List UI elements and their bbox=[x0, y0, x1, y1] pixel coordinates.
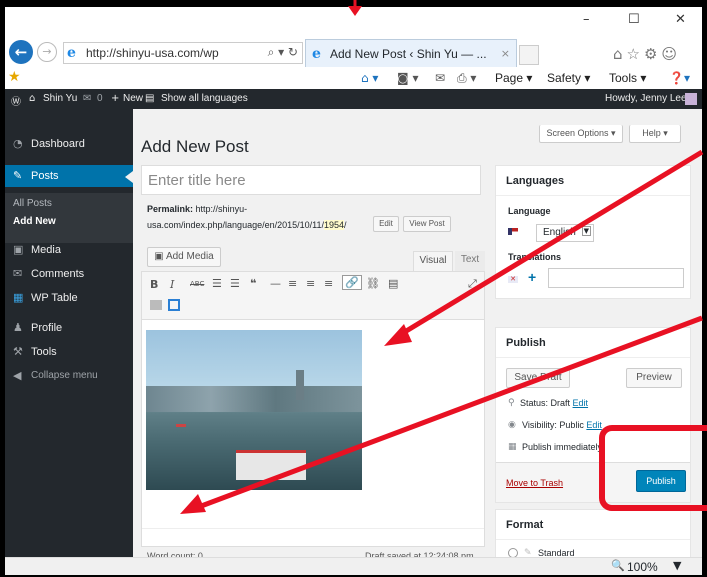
annotation-arrow-top-head bbox=[348, 6, 362, 16]
annotation-arrow-to-editor bbox=[195, 315, 703, 511]
annotation-arrow-editor-head bbox=[180, 494, 206, 514]
annotation-arrow-to-image bbox=[396, 149, 704, 339]
annotation-overlay bbox=[180, 0, 707, 514]
annotation-publish-highlight bbox=[599, 425, 707, 511]
